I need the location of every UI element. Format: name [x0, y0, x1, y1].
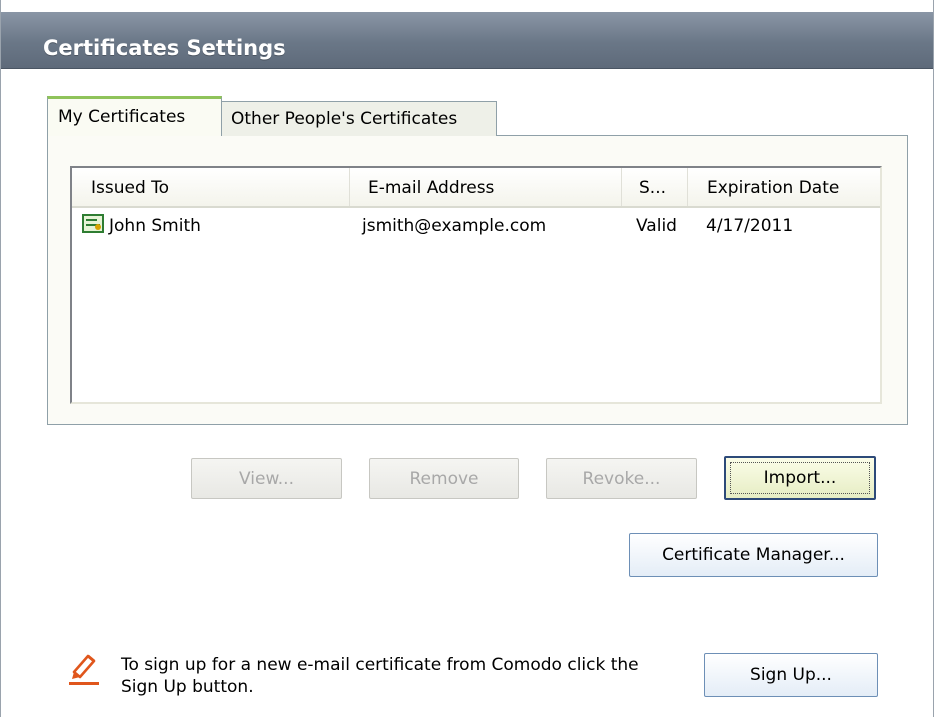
cell-issued-to: John Smith: [109, 216, 201, 236]
title-bar: Certificates Settings: [1, 12, 933, 69]
table-row[interactable]: John Smith jsmith@example.com Valid 4/17…: [72, 210, 880, 240]
list-header: Issued To E-mail Address S... Expiration…: [72, 168, 880, 208]
view-button[interactable]: View...: [191, 458, 342, 499]
signup-instructions: To sign up for a new e-mail certificate …: [121, 655, 639, 697]
column-header-status[interactable]: S...: [622, 168, 688, 206]
tab-my-certificates[interactable]: My Certificates: [47, 96, 222, 136]
column-header-issued-to[interactable]: Issued To: [72, 168, 350, 206]
cell-email: jsmith@example.com: [362, 216, 547, 236]
cell-expiration: 4/17/2011: [706, 216, 794, 236]
dialog-title: Certificates Settings: [43, 36, 286, 60]
column-header-expiration-date[interactable]: Expiration Date: [688, 168, 880, 206]
certificate-icon: [82, 214, 104, 233]
column-header-email[interactable]: E-mail Address: [350, 168, 622, 206]
sign-up-button[interactable]: Sign Up...: [704, 653, 878, 697]
certificate-list[interactable]: Issued To E-mail Address S... Expiration…: [70, 166, 882, 404]
tab-other-peoples-certificates[interactable]: Other People's Certificates: [221, 101, 497, 136]
cell-status: Valid: [636, 216, 677, 236]
remove-button[interactable]: Remove: [369, 458, 519, 499]
import-button[interactable]: Import...: [724, 456, 876, 500]
certificate-manager-button[interactable]: Certificate Manager...: [629, 533, 878, 577]
pencil-sign-icon: [69, 654, 99, 685]
revoke-button[interactable]: Revoke...: [546, 458, 697, 499]
